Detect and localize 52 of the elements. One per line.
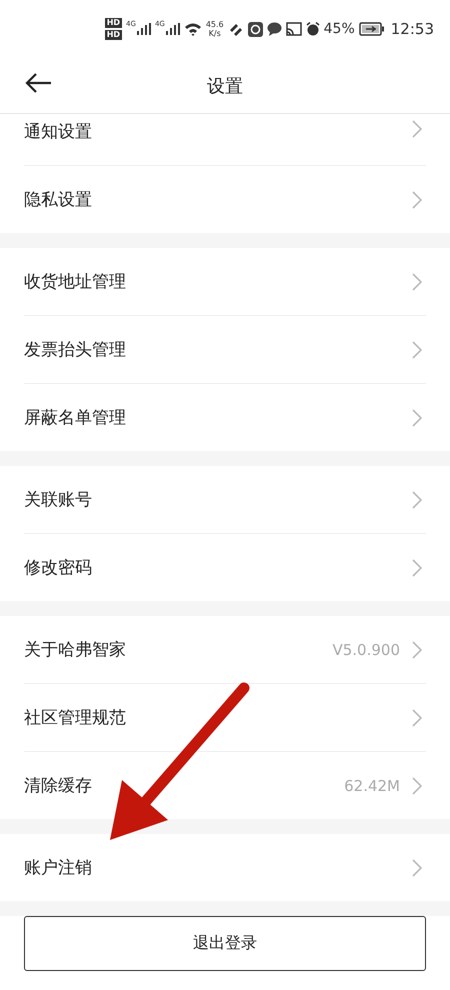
settings-row[interactable]: 关联账号 xyxy=(24,466,426,534)
chevron-right-icon xyxy=(412,558,422,576)
sim-label: HD xyxy=(104,30,122,40)
back-arrow-icon xyxy=(24,72,52,94)
speed-label: 45.6 xyxy=(206,20,224,29)
settings-row[interactable]: 修改密码 xyxy=(24,534,426,601)
settings-row[interactable]: 屏蔽名单管理 xyxy=(24,384,426,451)
row-label: 通知设置 xyxy=(24,121,93,143)
row-value: V5.0.900 xyxy=(332,640,400,658)
logout-button[interactable]: 退出登录 xyxy=(24,916,426,971)
row-label: 账户注销 xyxy=(24,857,93,879)
clock: 12:53 xyxy=(390,20,434,38)
settings-row[interactable]: 收货地址管理 xyxy=(24,248,426,316)
chat-icon xyxy=(266,22,282,36)
chevron-right-icon xyxy=(412,858,422,876)
settings-row[interactable]: 社区管理规范 xyxy=(24,684,426,752)
chevron-right-icon xyxy=(412,776,422,794)
row-label: 修改密码 xyxy=(24,557,93,579)
row-label: 社区管理规范 xyxy=(24,707,127,729)
row-label: 屏蔽名单管理 xyxy=(24,407,127,429)
chevron-right-icon xyxy=(412,490,422,508)
battery-icon xyxy=(358,22,385,36)
settings-row[interactable]: 关于哈弗智家 V5.0.900 xyxy=(24,616,426,684)
battery-percent: 45% xyxy=(324,21,355,37)
row-label: 关于哈弗智家 xyxy=(24,639,127,661)
settings-row[interactable]: 清除缓存 62.42M xyxy=(24,752,426,819)
settings-row[interactable]: 隐私设置 xyxy=(24,166,426,233)
link-icon xyxy=(228,22,244,36)
chevron-right-icon xyxy=(412,640,422,658)
chevron-right-icon xyxy=(412,340,422,358)
row-label: 隐私设置 xyxy=(24,189,93,211)
row-value: 62.42M xyxy=(344,776,400,794)
alarm-icon xyxy=(306,22,320,36)
page-title: 设置 xyxy=(207,74,243,98)
sim-label: HD xyxy=(104,18,122,28)
signal-icon xyxy=(136,23,151,35)
cast-icon xyxy=(286,22,302,36)
wifi-icon xyxy=(184,22,202,36)
row-label: 发票抬头管理 xyxy=(24,339,127,361)
settings-row[interactable]: 发票抬头管理 xyxy=(24,316,426,384)
chevron-right-icon xyxy=(412,272,422,290)
settings-row[interactable]: 通知设置 xyxy=(24,114,426,166)
chevron-right-icon xyxy=(412,120,422,138)
chevron-right-icon xyxy=(412,190,422,208)
app-icon xyxy=(248,22,263,36)
signal-icon xyxy=(166,23,180,35)
row-label: 收货地址管理 xyxy=(24,271,127,293)
row-label: 清除缓存 xyxy=(24,775,93,797)
speed-label: K/s xyxy=(208,29,221,38)
row-label: 关联账号 xyxy=(24,489,93,511)
chevron-right-icon xyxy=(412,708,422,726)
chevron-right-icon xyxy=(412,408,422,426)
